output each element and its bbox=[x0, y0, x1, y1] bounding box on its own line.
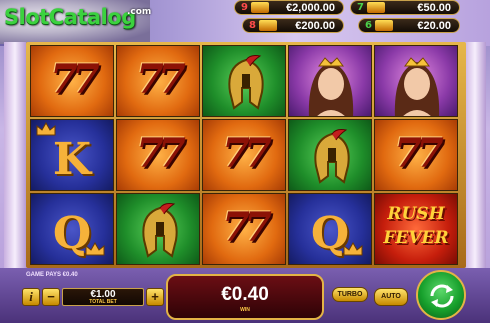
symbol-warrior-helmet bbox=[116, 193, 200, 265]
jackpot-8: 8 €200.00 bbox=[242, 18, 344, 33]
symbol-seven: 77 bbox=[202, 193, 286, 265]
spin-arrows-icon bbox=[430, 284, 454, 308]
rush-fever-line1: RUSH bbox=[387, 204, 445, 224]
win-label: WIN bbox=[240, 307, 250, 313]
increase-bet-button[interactable]: + bbox=[146, 288, 164, 306]
crown-icon bbox=[85, 242, 105, 256]
jackpot-7: 7 €50.00 bbox=[350, 0, 460, 15]
seven-symbol-text: 77 bbox=[394, 130, 444, 177]
rush-fever-badge-icon bbox=[259, 20, 277, 31]
jackpot-value: €200.00 bbox=[295, 20, 335, 32]
symbol-seven: 77 bbox=[202, 119, 286, 191]
symbol-seven: 77 bbox=[30, 45, 114, 117]
rush-fever-badge-icon bbox=[251, 2, 269, 13]
win-value: €0.40 bbox=[221, 284, 269, 305]
helmet-icon bbox=[142, 203, 178, 258]
symbol-rush-fever: RUSH FEVER bbox=[374, 193, 458, 265]
right-pillar bbox=[464, 42, 486, 278]
win-display: €0.40 WIN bbox=[166, 274, 324, 320]
watermark-logo: SlotCatalog bbox=[4, 5, 136, 29]
jackpot-panel: 9 €2,000.00 7 €50.00 8 €200.00 6 €20.00 bbox=[234, 0, 460, 36]
symbol-seven: 77 bbox=[116, 119, 200, 191]
info-button[interactable]: i bbox=[22, 288, 40, 306]
jackpot-value: €2,000.00 bbox=[286, 2, 335, 14]
helmet-icon bbox=[228, 55, 264, 110]
helmet-icon bbox=[314, 129, 350, 184]
king-letter: K bbox=[52, 134, 92, 185]
rush-fever-badge-icon bbox=[367, 2, 385, 13]
symbol-queen bbox=[374, 45, 458, 117]
spin-button[interactable] bbox=[416, 270, 466, 320]
total-bet-label: TOTAL BET bbox=[89, 299, 117, 305]
seven-symbol-text: 77 bbox=[136, 130, 186, 177]
total-bet-display: €1.00 TOTAL BET bbox=[62, 288, 144, 306]
jackpot-count: 6 bbox=[365, 20, 372, 31]
crown-icon bbox=[343, 242, 363, 256]
rush-fever-line2: FEVER bbox=[383, 228, 449, 248]
autoplay-button[interactable]: AUTO bbox=[374, 288, 408, 306]
seven-symbol-text: 77 bbox=[222, 130, 272, 177]
queen-portrait-icon bbox=[394, 57, 440, 116]
symbol-queen-card: Q bbox=[30, 193, 114, 265]
jackpot-9: 9 €2,000.00 bbox=[234, 0, 344, 15]
decrease-bet-button[interactable]: − bbox=[42, 288, 60, 306]
turbo-button[interactable]: TURBO bbox=[332, 287, 368, 302]
reel-grid: 77 K Q 77 77 77 77 Q 77 RUSH FEVER bbox=[26, 42, 466, 268]
jackpot-value: €50.00 bbox=[417, 2, 451, 14]
jackpot-value: €20.00 bbox=[417, 20, 451, 32]
symbol-king: K bbox=[30, 119, 114, 191]
seven-symbol-text: 77 bbox=[222, 204, 272, 251]
jackpot-count: 8 bbox=[249, 20, 256, 31]
left-pillar bbox=[4, 42, 26, 278]
symbol-warrior-helmet bbox=[288, 119, 372, 191]
rush-fever-logo: RUSH FEVER bbox=[375, 202, 457, 250]
symbol-queen bbox=[288, 45, 372, 117]
game-pays-text: GAME PAYS €0.40 bbox=[26, 272, 78, 278]
seven-symbol-text: 77 bbox=[50, 56, 100, 103]
symbol-warrior-helmet bbox=[202, 45, 286, 117]
jackpot-count: 7 bbox=[357, 2, 364, 13]
jackpot-6: 6 €20.00 bbox=[358, 18, 460, 33]
rush-fever-badge-icon bbox=[375, 20, 393, 31]
symbol-seven: 77 bbox=[374, 119, 458, 191]
jackpot-count: 9 bbox=[241, 2, 248, 13]
symbol-queen-card: Q bbox=[288, 193, 372, 265]
watermark-suffix: .com bbox=[127, 7, 152, 17]
seven-symbol-text: 77 bbox=[136, 56, 186, 103]
symbol-seven: 77 bbox=[116, 45, 200, 117]
queen-portrait-icon bbox=[308, 57, 354, 116]
